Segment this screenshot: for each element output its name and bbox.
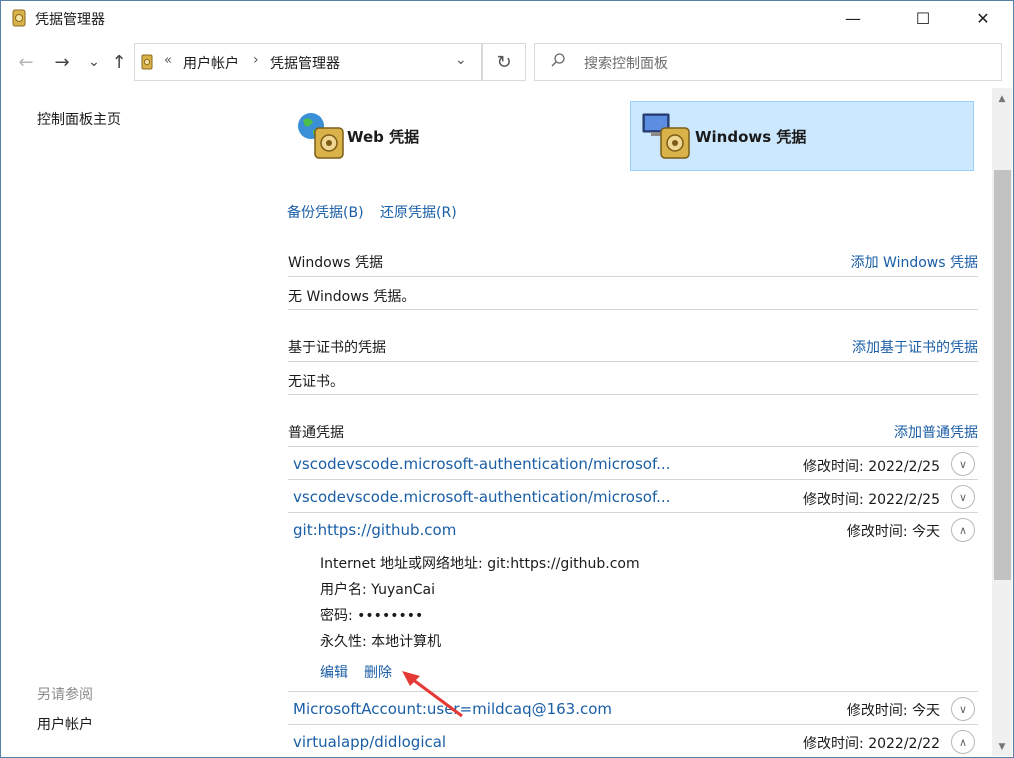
section-divider [288,394,978,395]
section-divider [288,276,978,277]
collapse-chevron-icon[interactable]: ∧ [951,518,975,542]
windows-credentials-label: Windows 凭据 [695,128,807,146]
address-dropdown-icon[interactable]: ⌄ [455,52,467,68]
credential-manager-icon [12,9,26,27]
address-overflow-chevron-icon[interactable]: « [164,53,172,68]
expand-chevron-icon[interactable]: ∧ [951,730,975,754]
up-arrow-icon[interactable]: ↑ [107,47,131,77]
add-windows-credential-link[interactable]: 添加 Windows 凭据 [778,252,978,272]
restore-credentials-link[interactable]: 还原凭据(R) [380,202,457,222]
annotation-arrow-icon [402,671,463,718]
section-divider [288,361,978,362]
forward-arrow-icon[interactable]: → [50,47,74,77]
back-arrow-icon[interactable]: ← [14,47,38,77]
certificate-credentials-section-title: 基于证书的凭据 [288,340,386,356]
credential-modified-date: 修改时间: 2022/2/22 [803,736,940,752]
no-windows-credentials-text: 无 Windows 凭据。 [288,289,416,305]
backup-credentials-link[interactable]: 备份凭据(B) [287,202,364,222]
breadcrumb-user-accounts[interactable]: 用户帐户 [183,53,239,73]
expand-chevron-icon[interactable]: ∨ [951,697,975,721]
expand-chevron-icon[interactable]: ∨ [951,485,975,509]
row-divider [288,724,978,725]
credential-modified-date: 修改时间: 2022/2/25 [803,459,940,475]
credential-modified-date: 修改时间: 今天 [846,703,940,719]
close-button[interactable]: ✕ [960,1,1006,35]
delete-credential-link[interactable]: 删除 [364,662,392,682]
user-accounts-link[interactable]: 用户帐户 [37,714,93,734]
minimize-button[interactable]: — [830,1,876,35]
control-panel-home-link[interactable]: 控制面板主页 [37,109,121,129]
section-divider [288,446,978,447]
section-divider [288,309,978,310]
credential-modified-date: 修改时间: 今天 [846,524,940,540]
web-credential-vault-icon [298,113,344,159]
credential-persistence-detail: 永久性: 本地计算机 [320,634,442,650]
credential-name[interactable]: git:https://github.com [293,521,456,539]
credential-password-detail: 密码: •••••••• [320,608,424,624]
row-divider [288,512,978,513]
credential-address-detail: Internet 地址或网络地址: git:https://github.com [320,556,640,572]
windows-credentials-section-title: Windows 凭据 [288,255,383,271]
see-also-heading: 另请参阅 [37,687,93,703]
windows-credential-vault-icon [642,113,690,159]
credential-name[interactable]: vscodevscode.microsoft-authentication/mi… [293,455,670,473]
scroll-up-arrow-icon[interactable]: ▲ [992,90,1012,108]
scroll-down-arrow-icon[interactable]: ▼ [992,738,1012,756]
breadcrumb-separator-icon: › [253,52,259,68]
maximize-button[interactable]: ☐ [900,1,946,35]
row-divider [288,479,978,480]
recent-locations-chevron-icon[interactable]: ⌄ [82,47,106,77]
edit-credential-link[interactable]: 编辑 [320,662,348,682]
credential-name[interactable]: virtualapp/didlogical [293,733,446,751]
credential-name[interactable]: vscodevscode.microsoft-authentication/mi… [293,488,670,506]
refresh-button[interactable]: ↻ [482,43,526,81]
web-credentials-label: Web 凭据 [347,128,420,146]
expand-chevron-icon[interactable]: ∨ [951,452,975,476]
address-location-icon [141,54,153,70]
row-divider [288,691,978,692]
window-title: 凭据管理器 [35,12,105,28]
add-certificate-credential-link[interactable]: 添加基于证书的凭据 [778,337,978,357]
credential-username-detail: 用户名: YuyanCai [320,582,435,598]
no-certificates-text: 无证书。 [288,374,344,390]
credential-modified-date: 修改时间: 2022/2/25 [803,492,940,508]
generic-credentials-section-title: 普通凭据 [288,425,344,441]
search-placeholder: 搜索控制面板 [584,56,668,72]
breadcrumb-credential-manager[interactable]: 凭据管理器 [270,53,340,73]
scrollbar-thumb[interactable] [994,170,1011,580]
search-icon [551,53,565,67]
add-generic-credential-link[interactable]: 添加普通凭据 [778,422,978,442]
